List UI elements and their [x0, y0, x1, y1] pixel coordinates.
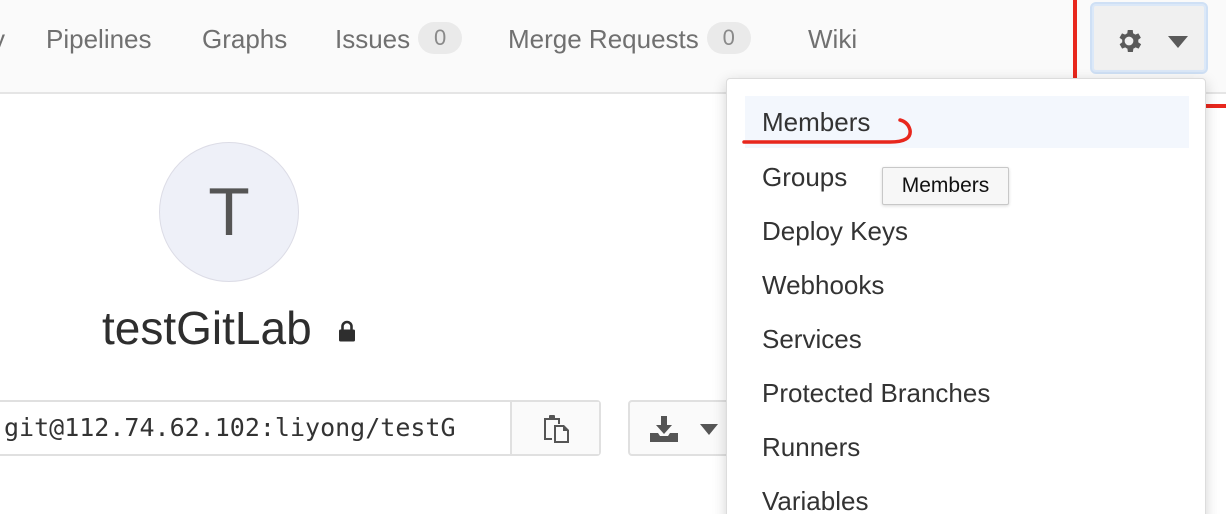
nav-item-partial[interactable]: y — [0, 22, 5, 56]
menu-item-variables[interactable]: Variables — [745, 475, 1189, 514]
clone-url-input[interactable]: git@112.74.62.102:liyong/testG — [0, 402, 508, 454]
chevron-down-icon — [700, 424, 718, 435]
nav-item-label: Pipelines — [46, 24, 152, 54]
download-dropdown-button[interactable] — [628, 400, 738, 456]
menu-item-runners[interactable]: Runners — [745, 421, 1189, 473]
project-avatar: T — [159, 142, 299, 282]
merge-requests-count-badge: 0 — [706, 22, 751, 54]
nav-item-label: Wiki — [808, 24, 858, 54]
menu-item-members[interactable]: Members — [745, 96, 1189, 148]
nav-item-issues[interactable]: Issues 0 — [335, 22, 463, 56]
members-tooltip: Members — [882, 167, 1009, 205]
settings-dropdown-menu: Members Groups Deploy Keys Webhooks Serv… — [726, 78, 1206, 514]
nav-item-wiki[interactable]: Wiki — [808, 22, 857, 56]
download-icon — [650, 416, 678, 442]
nav-item-graphs[interactable]: Graphs — [202, 22, 287, 56]
lock-icon — [339, 320, 355, 342]
nav-item-pipelines[interactable]: Pipelines — [46, 22, 152, 56]
settings-dropdown-button[interactable] — [1090, 2, 1208, 74]
nav-item-label: Issues — [335, 24, 411, 54]
nav-item-merge-requests[interactable]: Merge Requests 0 — [508, 22, 751, 56]
clipboard-icon — [544, 415, 569, 443]
issues-count-badge: 0 — [418, 22, 463, 54]
project-title: testGitLab — [102, 302, 312, 354]
nav-item-label: Graphs — [202, 24, 288, 54]
nav-item-label: Merge Requests — [508, 24, 699, 54]
menu-item-deploy-keys[interactable]: Deploy Keys — [745, 205, 1189, 257]
menu-item-services[interactable]: Services — [745, 313, 1189, 365]
menu-item-webhooks[interactable]: Webhooks — [745, 259, 1189, 311]
chevron-down-icon — [1168, 36, 1188, 48]
gear-icon — [1119, 30, 1142, 52]
copy-clone-url-button[interactable] — [510, 402, 599, 454]
clone-url-group: git@112.74.62.102:liyong/testG — [0, 400, 601, 456]
menu-item-protected-branches[interactable]: Protected Branches — [745, 367, 1189, 419]
